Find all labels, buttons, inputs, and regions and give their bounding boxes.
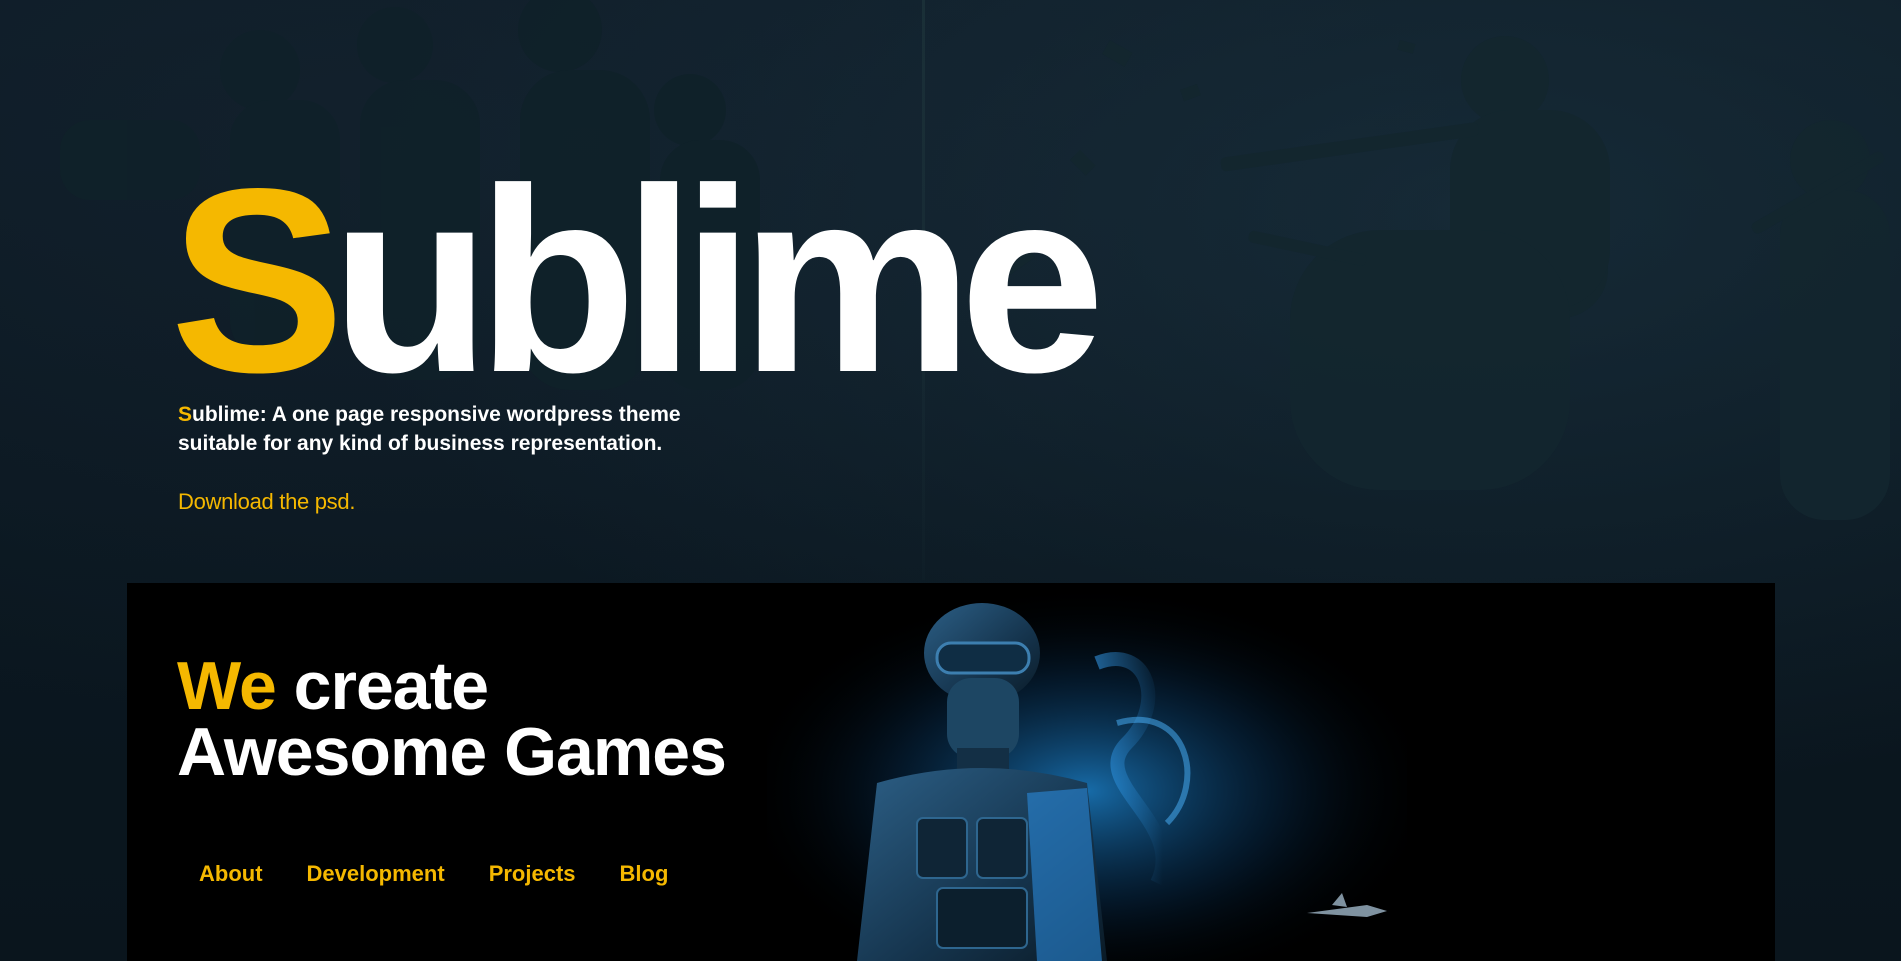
feature-heading: We create Awesome Games	[177, 652, 727, 786]
brand-first-letter: S	[170, 134, 345, 427]
tagline-line-1: ublime: A one page responsive wordpress …	[192, 403, 681, 426]
nav-item-projects[interactable]: Projects	[489, 861, 576, 887]
heading-accent-word: We	[177, 648, 277, 724]
heading-line-1-rest: create	[275, 648, 489, 724]
brand-logotype: Sublime	[170, 150, 1105, 412]
soldier-artwork-image	[767, 583, 1407, 961]
nav-item-blog[interactable]: Blog	[620, 861, 669, 887]
brand-rest: ublime	[330, 134, 1105, 427]
hero-tagline: Sublime: A one page responsive wordpress…	[178, 400, 738, 458]
nav-item-about[interactable]: About	[199, 861, 263, 887]
main-nav: About Development Projects Blog	[199, 861, 712, 887]
page: Sublime Sublime: A one page responsive w…	[0, 0, 1901, 961]
nav-item-development[interactable]: Development	[307, 861, 445, 887]
download-psd-link[interactable]: Download the psd.	[178, 489, 355, 515]
tagline-first-letter: S	[178, 403, 193, 426]
heading-line-2: Awesome Games	[177, 714, 727, 790]
feature-panel: We create Awesome Games About Development…	[127, 583, 1775, 961]
tagline-line-2: suitable for any kind of business repres…	[178, 432, 663, 455]
